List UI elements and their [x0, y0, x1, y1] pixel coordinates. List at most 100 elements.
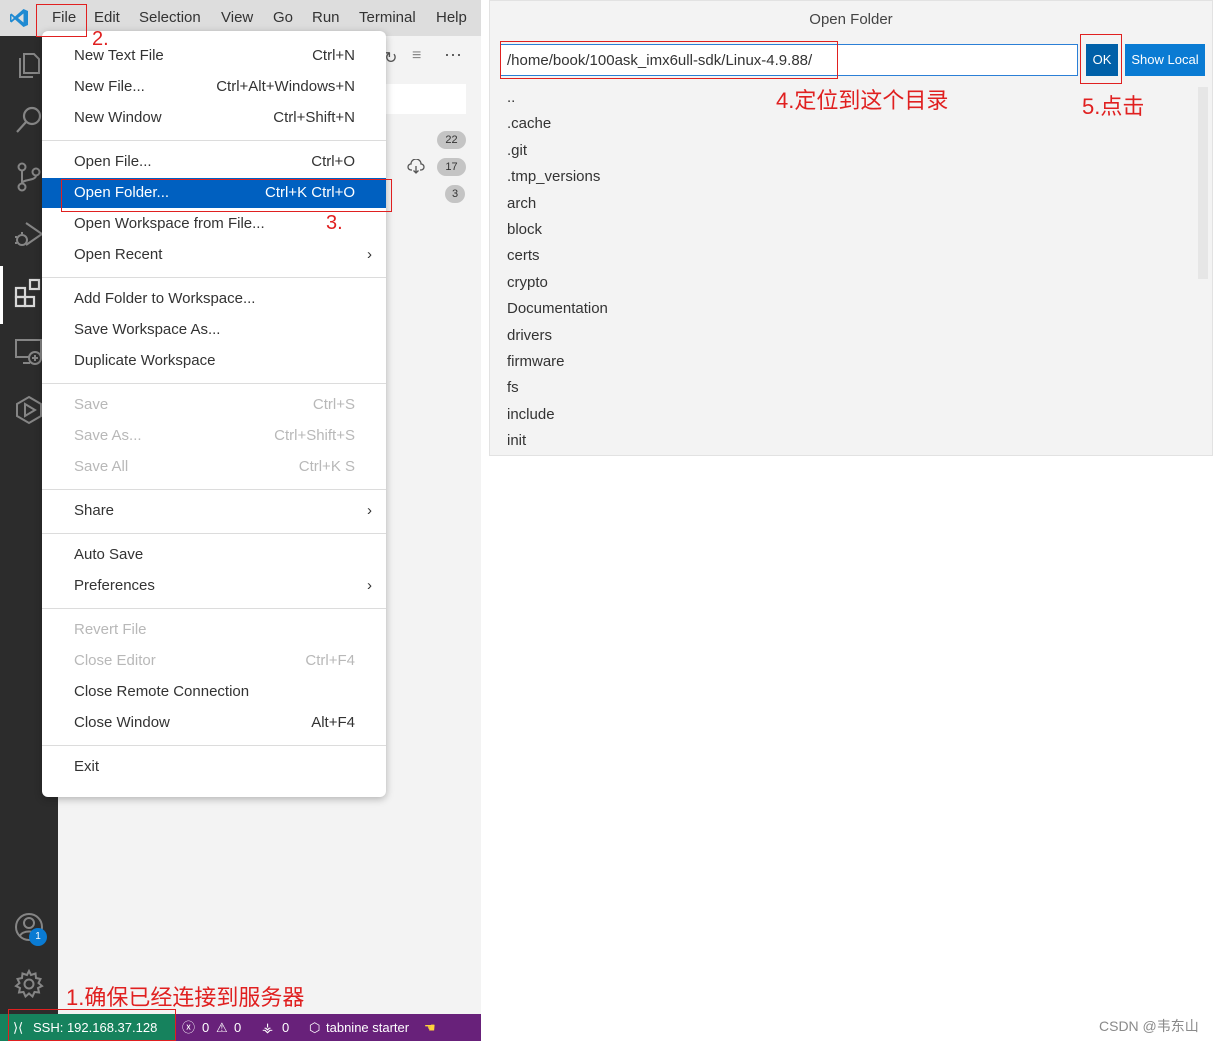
remote-explorer-icon[interactable] — [13, 336, 45, 368]
folder-list-item[interactable]: block — [507, 221, 542, 238]
folder-list-item[interactable]: .git — [507, 142, 527, 159]
menu-item-close-window[interactable]: Close Window Alt+F4 — [42, 708, 386, 738]
badge-count: 3 — [445, 185, 465, 203]
extensions-icon[interactable] — [13, 277, 45, 309]
error-icon: ⓧ — [182, 1020, 196, 1035]
chevron-right-icon: › — [367, 502, 372, 519]
annotation-step1: 1.确保已经连接到服务器 — [66, 985, 305, 1010]
search-extensions-input[interactable] — [386, 84, 466, 114]
menu-item-label: Save — [74, 396, 109, 413]
refresh-icon[interactable]: ↻ — [384, 48, 397, 68]
annotation-box-remote — [8, 1009, 176, 1041]
chevron-right-icon: › — [367, 246, 372, 263]
show-local-button[interactable]: Show Local — [1125, 44, 1205, 76]
folder-list-item[interactable]: firmware — [507, 353, 565, 370]
menu-item-open-file[interactable]: Open File... Ctrl+O — [42, 147, 386, 177]
vscode-window: File Edit Selection View Go Run Terminal… — [0, 0, 481, 1041]
pointing-hand-icon: ☚ — [424, 1020, 436, 1035]
clear-icon[interactable]: ≡ — [412, 47, 421, 65]
menu-separator — [42, 140, 386, 141]
annotation-step5: 5.点击 — [1082, 94, 1145, 119]
folder-list-item[interactable]: crypto — [507, 274, 548, 291]
folder-list-item[interactable]: .cache — [507, 115, 551, 132]
menu-separator — [42, 745, 386, 746]
error-count: 0 — [202, 1020, 210, 1035]
menu-item-new-file[interactable]: New File... Ctrl+Alt+Windows+N — [42, 72, 386, 102]
menu-item-save: Save Ctrl+S — [42, 390, 386, 420]
folder-list-scrollbar[interactable] — [1198, 87, 1208, 279]
run-debug-icon[interactable] — [13, 218, 45, 250]
menu-separator — [42, 489, 386, 490]
folder-list-item[interactable]: drivers — [507, 327, 552, 344]
tabnine-indicator[interactable]: ⬡ tabnine starter ☚ — [309, 1014, 449, 1041]
file-menu: New Text File Ctrl+N New File... Ctrl+Alt+W… — [42, 31, 386, 797]
menu-item-label: New File... — [74, 78, 145, 95]
tabnine-label: tabnine starter — [326, 1020, 410, 1035]
menu-item-shortcut: Ctrl+Shift+N — [273, 109, 355, 126]
broadcast-icon: ⚶ — [262, 1020, 274, 1035]
folder-list-item[interactable]: fs — [507, 379, 519, 396]
menu-item-share[interactable]: Share › — [42, 496, 386, 526]
menu-item-label: New Window — [74, 109, 162, 126]
menu-help[interactable]: Help — [429, 0, 474, 36]
more-actions-icon[interactable]: ⋯ — [444, 45, 462, 66]
menu-item-duplicate-workspace[interactable]: Duplicate Workspace — [42, 346, 386, 376]
cloud-download-icon[interactable] — [407, 158, 425, 180]
menu-item-label: Save Workspace As... — [74, 321, 221, 338]
ports-count: 0 — [282, 1020, 290, 1035]
tabnine-icon: ⬡ — [309, 1020, 321, 1035]
menu-item-label: Exit — [74, 758, 100, 775]
menu-item-label: Close Remote Connection — [74, 683, 250, 700]
folder-list-item[interactable]: init — [507, 432, 526, 449]
menu-item-close-remote-connection[interactable]: Close Remote Connection — [42, 677, 386, 707]
menu-separator — [42, 383, 386, 384]
menu-item-shortcut: Ctrl+F4 — [305, 652, 355, 669]
warning-icon: ⚠ — [216, 1020, 228, 1035]
annotation-box-file-menu — [36, 4, 87, 37]
menu-item-add-folder-to-workspace[interactable]: Add Folder to Workspace... — [42, 284, 386, 314]
active-view-indicator — [0, 266, 3, 324]
menu-item-label: Auto Save — [74, 546, 144, 563]
annotation-step3: 3. — [326, 212, 343, 234]
menu-item-label: Duplicate Workspace — [74, 352, 216, 369]
testing-icon[interactable] — [13, 394, 45, 426]
menu-item-label: Open Workspace from File... — [74, 215, 265, 232]
gear-icon[interactable] — [13, 968, 45, 1000]
menu-item-save-as: Save As... Ctrl+Shift+S — [42, 421, 386, 451]
menu-item-shortcut: Ctrl+Alt+Windows+N — [216, 78, 355, 95]
menu-item-preferences[interactable]: Preferences › — [42, 571, 386, 601]
menu-item-open-recent[interactable]: Open Recent › — [42, 240, 386, 270]
annotation-step4: 4.定位到这个目录 — [776, 88, 949, 113]
source-control-icon[interactable] — [13, 161, 45, 193]
menu-item-label: New Text File — [74, 47, 164, 64]
menu-item-label: Preferences — [74, 577, 155, 594]
annotation-box-ok — [1080, 34, 1122, 84]
annotation-box-open-folder — [61, 179, 392, 212]
menu-item-label: Open File... — [74, 153, 152, 170]
explorer-icon[interactable] — [13, 48, 45, 80]
menu-item-label: Save All — [74, 458, 129, 475]
accounts-badge: 1 — [29, 928, 47, 946]
folder-list: .. .cache .git .tmp_versionsarch block certs c… — [490, 85, 1212, 455]
menu-item-save-all: Save All Ctrl+K S — [42, 452, 386, 482]
folder-list-item[interactable]: .. — [507, 89, 515, 106]
menu-item-auto-save[interactable]: Auto Save — [42, 540, 386, 570]
folder-list-item[interactable]: include — [507, 406, 555, 423]
folder-list-item[interactable]: Documentation — [507, 300, 608, 317]
menu-item-new-window[interactable]: New Window Ctrl+Shift+N — [42, 103, 386, 133]
search-icon[interactable] — [13, 104, 45, 136]
problems-indicator[interactable]: ⓧ 0 ⚠ 0 — [182, 1014, 248, 1041]
annotation-box-path — [500, 41, 838, 79]
ports-indicator[interactable]: ⚶ 0 — [262, 1014, 296, 1041]
menu-item-shortcut: Ctrl+Shift+S — [274, 427, 355, 444]
menu-item-shortcut: Alt+F4 — [311, 714, 355, 731]
menu-item-exit[interactable]: Exit — [42, 752, 386, 782]
chevron-right-icon: › — [367, 577, 372, 594]
menu-item-close-editor: Close Editor Ctrl+F4 — [42, 646, 386, 676]
folder-list-item[interactable]: arch — [507, 195, 536, 212]
menu-item-shortcut: Ctrl+O — [311, 153, 355, 170]
folder-list-item[interactable]: .tmp_versions — [507, 168, 600, 185]
menu-item-revert-file: Revert File — [42, 615, 386, 645]
folder-list-item[interactable]: certs — [507, 247, 540, 264]
menu-item-save-workspace-as[interactable]: Save Workspace As... — [42, 315, 386, 345]
